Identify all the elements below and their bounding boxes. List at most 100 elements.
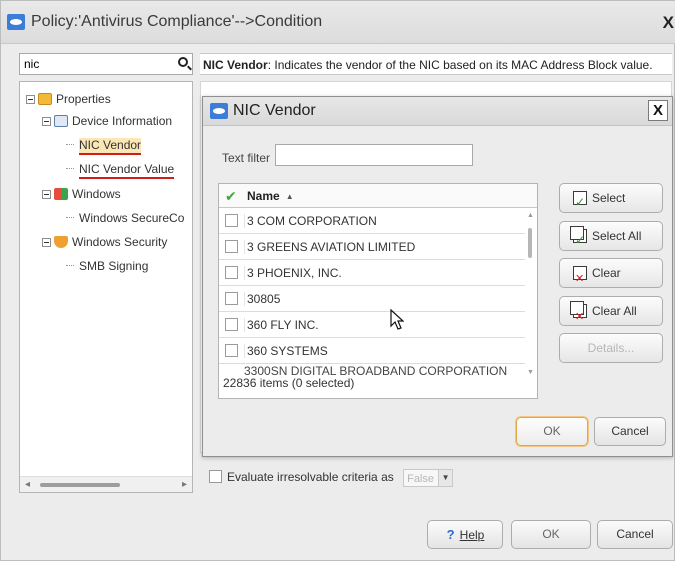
list-item[interactable]: 3 COM CORPORATION — [219, 208, 525, 234]
tree-line — [66, 265, 74, 266]
tree-node-windows[interactable]: Windows — [42, 185, 121, 203]
row-checkbox[interactable] — [225, 266, 238, 279]
condition-description: NIC Vendor: Indicates the vendor of the … — [200, 53, 672, 75]
tree-node-windows-secureco[interactable]: Windows SecureCo — [66, 209, 184, 227]
evaluate-irresolvable-checkbox[interactable] — [209, 470, 222, 483]
dialog-close-button[interactable]: X — [648, 100, 668, 121]
scroll-thumb[interactable] — [528, 228, 532, 258]
chevron-down-icon[interactable]: ▼ — [438, 469, 453, 486]
name-column-label: Name — [247, 189, 280, 203]
tree-horizontal-scrollbar[interactable]: ◂ ▸ — [20, 476, 192, 492]
tree-node-label: NIC Vendor Value — [79, 162, 175, 179]
evaluate-value: False — [407, 472, 434, 485]
text-filter-label: Text filter — [222, 151, 271, 165]
tree-node-device-information[interactable]: Device Information — [42, 112, 172, 130]
select-column-check-icon[interactable]: ✔ — [225, 188, 237, 205]
vendor-name: 3 COM CORPORATION — [244, 214, 377, 228]
tree-search-box — [19, 53, 193, 75]
row-checkbox[interactable] — [225, 292, 238, 305]
list-item[interactable]: 30805 — [219, 286, 525, 312]
dialog-ok-button[interactable]: OK — [516, 417, 588, 446]
help-button[interactable]: ? Help — [427, 520, 503, 549]
row-checkbox[interactable] — [225, 240, 238, 253]
search-icon[interactable] — [178, 57, 188, 67]
mouse-pointer-icon — [390, 309, 404, 330]
property-tree: Properties Device Information NIC Vendor… — [19, 81, 193, 493]
window-title-bar: Policy:'Antivirus Compliance'-->Conditio… — [1, 1, 675, 44]
tree-line — [66, 168, 74, 169]
vendor-name: 3 PHOENIX, INC. — [244, 266, 342, 280]
description-text: : Indicates the vendor of the NIC based … — [267, 58, 653, 72]
select-button[interactable]: Select — [559, 183, 663, 216]
name-column-header[interactable]: Name ▲ — [247, 189, 294, 203]
window-title: Policy:'Antivirus Compliance'-->Conditio… — [31, 13, 323, 30]
tree-node-smb-signing[interactable]: SMB Signing — [66, 257, 148, 275]
tree-node-windows-security[interactable]: Windows Security — [42, 233, 167, 251]
clear-all-button[interactable]: Clear All — [559, 296, 663, 331]
windows-icon — [54, 188, 68, 200]
tree-line — [66, 217, 74, 218]
policy-condition-window: Policy:'Antivirus Compliance'-->Conditio… — [0, 0, 675, 561]
tree-node-label: Windows SecureCo — [79, 211, 185, 225]
tree-node-label: NIC Vendor — [79, 138, 142, 155]
list-vertical-scrollbar[interactable]: ▲ ▼ — [525, 208, 537, 378]
vendor-name: 3 GREENS AVIATION LIMITED — [244, 240, 415, 254]
select-all-button-label: Select All — [592, 229, 642, 243]
clear-button-label: Clear — [592, 266, 621, 280]
tree-node-label: Windows Security — [72, 235, 168, 249]
sort-ascending-icon: ▲ — [285, 192, 294, 201]
evaluate-value-select[interactable]: False ▼ — [403, 468, 454, 487]
collapse-toggle-icon[interactable] — [42, 238, 51, 247]
cancel-button[interactable]: Cancel — [597, 520, 673, 549]
vendor-name: 30805 — [244, 292, 280, 306]
clear-button[interactable]: Clear — [559, 258, 663, 293]
shield-icon — [54, 236, 68, 248]
help-icon: ? — [446, 527, 455, 542]
help-button-label: Help — [459, 528, 485, 542]
app-icon — [210, 103, 228, 119]
tree-node-properties[interactable]: Properties — [26, 90, 111, 108]
partial-list-item: 3300SN DIGITAL BROADBAND CORPORATION — [244, 364, 508, 378]
details-button[interactable]: Details... — [559, 333, 663, 363]
collapse-toggle-icon[interactable] — [26, 95, 35, 104]
row-checkbox[interactable] — [225, 344, 238, 357]
scroll-up-arrow-icon[interactable]: ▲ — [527, 212, 534, 219]
scroll-thumb[interactable] — [40, 483, 120, 487]
dialog-title: NIC Vendor — [233, 102, 316, 119]
window-close-button[interactable]: X — [663, 13, 674, 33]
vendor-name: 360 FLY INC. — [244, 318, 319, 332]
tree-node-nic-vendor-value[interactable]: NIC Vendor Value — [66, 160, 175, 179]
collapse-toggle-icon[interactable] — [42, 117, 51, 126]
clear-all-button-label: Clear All — [592, 304, 637, 318]
scroll-left-arrow-icon[interactable]: ◂ — [25, 479, 30, 490]
list-item[interactable]: 360 FLY INC. — [219, 312, 525, 338]
list-item[interactable]: 3 GREENS AVIATION LIMITED — [219, 234, 525, 260]
properties-icon — [38, 93, 52, 105]
ok-button[interactable]: OK — [511, 520, 591, 549]
row-checkbox[interactable] — [225, 214, 238, 227]
description-property-name: NIC Vendor — [203, 58, 268, 72]
tree-node-nic-vendor[interactable]: NIC Vendor — [66, 136, 142, 155]
scroll-down-arrow-icon[interactable]: ▼ — [527, 369, 534, 376]
dialog-title-bar: NIC Vendor X — [203, 97, 672, 126]
list-header: ✔ Name ▲ — [219, 184, 537, 208]
vendor-list: ✔ Name ▲ 3 COM CORPORATION 3 GREENS AVIAT… — [218, 183, 538, 399]
row-checkbox[interactable] — [225, 318, 238, 331]
list-item[interactable]: 360 SYSTEMS — [219, 338, 525, 364]
scroll-right-arrow-icon[interactable]: ▸ — [182, 479, 187, 490]
select-all-button[interactable]: Select All — [559, 221, 663, 254]
tree-search-input[interactable] — [20, 54, 170, 74]
evaluate-irresolvable-row: Evaluate irresolvable criteria as False … — [209, 467, 454, 487]
clear-all-icon — [570, 301, 587, 331]
app-icon — [7, 14, 25, 30]
item-count-status: 22836 items (0 selected) — [223, 376, 355, 390]
dialog-cancel-button[interactable]: Cancel — [594, 417, 666, 446]
tree-node-label: SMB Signing — [79, 259, 149, 273]
list-item[interactable]: 3 PHOENIX, INC. — [219, 260, 525, 286]
nic-vendor-dialog: NIC Vendor X Text filter ✔ Name ▲ 3 COM C… — [202, 96, 673, 457]
text-filter-input[interactable] — [275, 144, 473, 166]
collapse-toggle-icon[interactable] — [42, 190, 51, 199]
tree-node-label: Windows — [72, 187, 121, 201]
list-status-bar: 3300SN DIGITAL BROADBAND CORPORATION 228… — [219, 364, 525, 398]
clear-icon — [573, 265, 587, 293]
